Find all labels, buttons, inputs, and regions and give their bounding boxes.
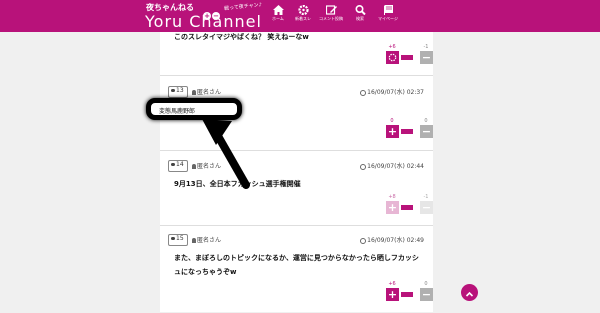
comment-number-value: 13 [176, 87, 184, 94]
divider [160, 75, 433, 76]
plus-count: +8 [388, 194, 396, 200]
comment-date-value: 16/09/07(水) 02:44 [367, 163, 424, 170]
vote-widget: +8 -1 + − [386, 194, 436, 226]
minus-button[interactable]: − [420, 201, 433, 214]
comment-number-value: 14 [176, 161, 184, 168]
vote-ratio-bar [401, 55, 413, 60]
comment-number[interactable]: 13 [168, 86, 188, 98]
search-icon [355, 5, 366, 15]
comment-text: このスレタイマジやばくね？ 笑えねーなw [174, 33, 309, 41]
book-icon [383, 5, 393, 15]
pencil-icon [325, 5, 337, 15]
plus-count: +6 [388, 44, 396, 50]
comment-number[interactable]: 14 [168, 160, 188, 172]
comment-date: 16/09/07(水) 02:37 [360, 87, 424, 96]
minus-button[interactable]: − [420, 125, 433, 138]
person-icon [192, 90, 196, 95]
minus-button[interactable]: − [420, 51, 433, 64]
minus-count: -1 [423, 44, 429, 50]
speech-bubble-icon [171, 237, 175, 240]
comment-author-name: 匿名さん [197, 89, 222, 96]
comment-text-line-1: また、まぼろしのトピックになるか、運営に見つからなかったら晒しフカッシ [174, 254, 419, 262]
site-header: 夜ちゃんねる + − 戦って夜チャン♪ Yoru Channel ホーム 新着スレ… [0, 0, 600, 32]
home-icon [272, 5, 284, 15]
plus-button[interactable]: + [386, 201, 399, 214]
vote-ratio-bar [401, 205, 413, 210]
scroll-top-button[interactable] [461, 284, 478, 301]
comment-date: 16/09/07(水) 02:49 [360, 235, 424, 244]
plus-count: +6 [388, 281, 396, 287]
logo-tagline: 戦って夜チャン♪ [223, 2, 263, 12]
person-icon [192, 238, 196, 243]
nav-mypage[interactable]: マイページ [368, 2, 408, 22]
comment-text: 変態馬鹿野郎 [159, 108, 196, 115]
minus-count: 0 [424, 281, 428, 287]
annotation-arrow-icon [202, 119, 250, 189]
logo-en-text: Yoru Channel [145, 12, 262, 31]
minus-button[interactable]: − [420, 288, 433, 301]
comment-number[interactable]: 15 [168, 234, 188, 246]
comment-date-value: 16/09/07(水) 02:49 [367, 237, 424, 244]
plus-count: 0 [390, 118, 394, 124]
comment-author: 匿名さん [192, 87, 221, 96]
divider [160, 225, 433, 226]
nav-mypage-label: マイページ [378, 16, 398, 21]
comment-item: 15 匿名さん 16/09/07(水) 02:49 また、まぼろしのトピックにな… [168, 234, 433, 309]
clock-icon [360, 163, 367, 170]
vote-widget: +6 -1 − [386, 44, 436, 76]
speech-bubble-icon [171, 89, 175, 92]
vote-ratio-bar [401, 292, 413, 297]
comment-author-name: 匿名さん [197, 237, 222, 244]
comment-author: 匿名さん [192, 235, 221, 244]
comment-number-value: 15 [176, 235, 184, 242]
minus-count: 0 [424, 118, 428, 124]
comment-date-value: 16/09/07(水) 02:37 [367, 89, 424, 96]
minus-count: -1 [423, 194, 429, 200]
comment-date: 16/09/07(水) 02:44 [360, 161, 424, 170]
loading-icon [388, 53, 397, 62]
vote-widget: 0 0 + − [386, 118, 436, 150]
clock-icon [360, 237, 367, 244]
plus-button[interactable]: + [386, 125, 399, 138]
gear-icon [297, 5, 309, 15]
chevron-up-icon [465, 291, 474, 297]
vote-widget: +6 0 + − [386, 281, 436, 313]
comment-item: このスレタイマジやばくね？ 笑えねーなw +6 -1 − [168, 32, 433, 74]
plus-button[interactable] [386, 51, 399, 64]
vote-ratio-bar [401, 129, 413, 134]
comment-text-line-2: ュになっちゃうぞw [174, 268, 237, 276]
clock-icon [360, 89, 367, 96]
speech-bubble-icon [171, 163, 175, 166]
plus-button[interactable]: + [386, 288, 399, 301]
